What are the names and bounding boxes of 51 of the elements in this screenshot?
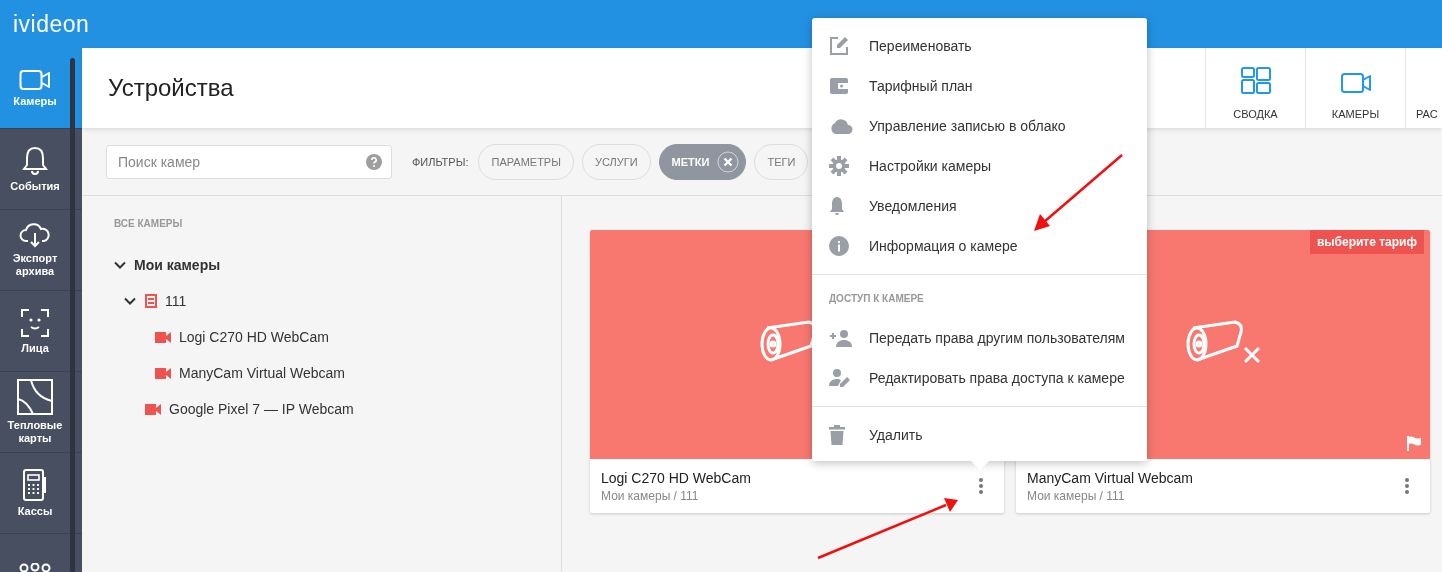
page-title: Устройства: [108, 74, 234, 102]
menu-item[interactable]: Переименовать: [812, 26, 1147, 66]
menu-item[interactable]: Уведомления: [812, 186, 1147, 226]
video-camera-icon: [155, 367, 171, 379]
grid-icon: [1240, 67, 1271, 94]
camera-path: Мои камеры / 111: [1027, 488, 1126, 503]
menu-item[interactable]: Настройки камеры: [812, 146, 1147, 186]
menu-section-heading: ДОСТУП К КАМЕРЕ: [828, 292, 925, 306]
nav-tab[interactable]: КАМЕРЫ: [1305, 48, 1405, 128]
edit-user-icon: [829, 368, 851, 388]
camera-name: ManyCam Virtual Webcam: [1027, 469, 1193, 486]
heatmap-icon: [17, 379, 53, 416]
flag-icon[interactable]: [1406, 435, 1422, 451]
info-icon: [829, 236, 849, 256]
chevron-icon[interactable]: [114, 261, 126, 269]
face-scan-icon: [20, 307, 50, 338]
more-icon[interactable]: [1404, 477, 1410, 495]
chevron-icon[interactable]: [124, 297, 136, 305]
add-user-icon: [829, 329, 853, 347]
wallet-icon: [829, 77, 849, 95]
edit-icon: [829, 36, 849, 56]
cloud-icon: [829, 118, 853, 134]
section-heading: ВСЕ КАМЕРЫ: [113, 218, 184, 229]
bell-icon: [22, 145, 48, 176]
tree-item[interactable]: Logi C270 HD WebCam: [179, 329, 329, 345]
nav-tab[interactable]: РАС: [1405, 48, 1442, 128]
tree-item[interactable]: 111: [165, 293, 187, 309]
settings-icon: [829, 156, 849, 176]
cloud-download-icon: [19, 222, 51, 249]
tree-item[interactable]: Google Pixel 7 — IP Webcam: [169, 401, 354, 417]
trash-icon: [829, 425, 845, 445]
camera-path: Мои камеры / 111: [601, 488, 700, 503]
camera-name: Logi C270 HD WebCam: [601, 469, 751, 486]
cash-register-icon: [22, 468, 48, 501]
menu-item[interactable]: Управление записью в облако: [812, 106, 1147, 146]
filters-label: ФИЛЬТРЫ:: [412, 155, 469, 168]
video-camera-icon: [155, 331, 171, 343]
video-camera-icon: [19, 68, 51, 91]
tree-item[interactable]: Мои камеры: [134, 257, 221, 273]
nav-tab[interactable]: СВОДКА: [1205, 48, 1305, 128]
menu-item[interactable]: Тарифный план: [812, 66, 1147, 106]
scrollbar[interactable]: [70, 58, 75, 572]
help-icon[interactable]: [366, 153, 382, 170]
list-icon: [145, 294, 157, 308]
search-field[interactable]: Поиск камер: [106, 144, 392, 179]
video-camera-icon: [145, 403, 161, 415]
tree-item[interactable]: ManyCam Virtual Webcam: [179, 365, 345, 381]
close-icon[interactable]: [717, 150, 740, 173]
video-camera-icon: [1340, 72, 1371, 94]
more-icon[interactable]: [978, 477, 984, 495]
bell-icon: [829, 196, 845, 216]
